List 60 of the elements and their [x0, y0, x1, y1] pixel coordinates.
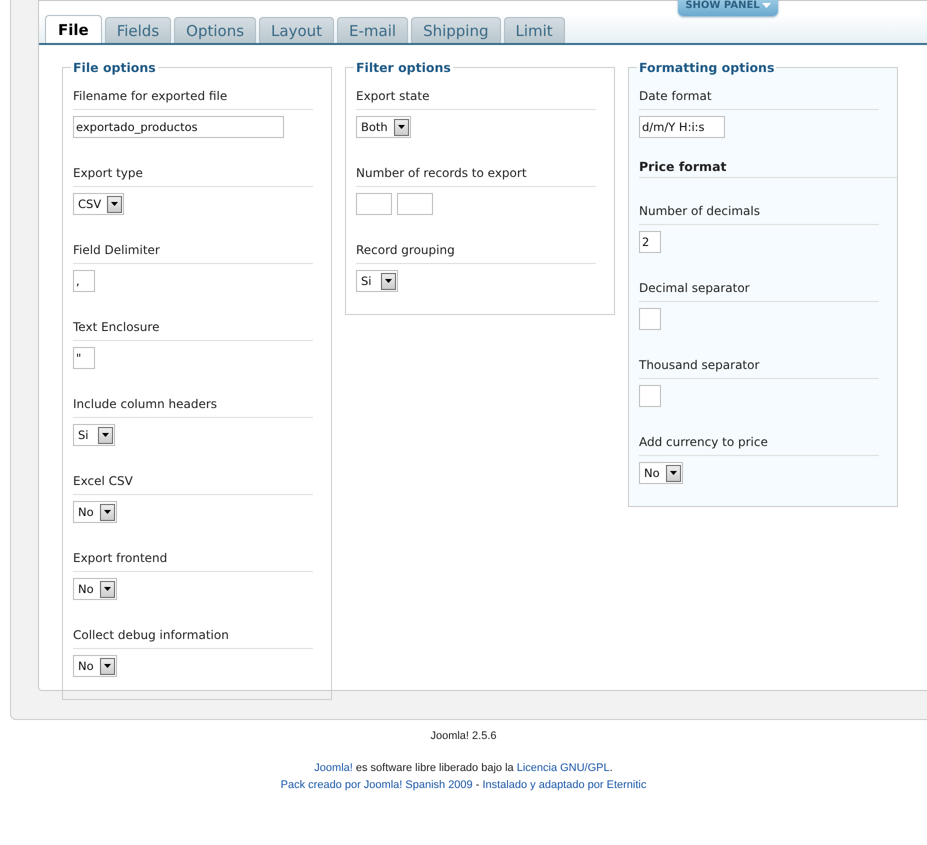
- field-label: Export frontend: [73, 551, 313, 572]
- tab[interactable]: Limit: [504, 17, 565, 43]
- field-label: Number of records to export: [356, 166, 596, 187]
- text-field[interactable]: 2: [639, 231, 661, 253]
- field-label: Export type: [73, 166, 313, 187]
- caret-down-icon: [762, 2, 771, 8]
- tab[interactable]: Fields: [104, 17, 172, 43]
- credits-text: Pack creado por Joomla! Spanish 2009 - Instalado y adaptado por Eternitic: [280, 779, 648, 791]
- dropdown[interactable]: No: [73, 655, 117, 677]
- tab[interactable]: Shipping: [411, 17, 500, 43]
- tab[interactable]: Layout: [259, 17, 334, 43]
- text-field[interactable]: ,: [73, 270, 95, 292]
- field-label: Include column headers: [73, 397, 313, 418]
- field-label: Excel CSV: [73, 474, 313, 495]
- dropdown[interactable]: No: [73, 501, 117, 523]
- dropdown-arrow-icon: [104, 664, 111, 668]
- dropdown[interactable]: CSV: [73, 193, 124, 215]
- field-label: Record grouping: [356, 243, 596, 264]
- dropdown-arrow-icon: [102, 433, 109, 437]
- footer-link[interactable]: Pack creado por Joomla! Spanish 2009: [280, 779, 473, 791]
- footer-link[interactable]: Licencia GNU/GPL: [516, 762, 610, 774]
- text-field[interactable]: [356, 193, 392, 215]
- version-text: Joomla! 2.5.6: [429, 730, 498, 742]
- footer-link[interactable]: Instalado y adaptado por Eternitic: [482, 779, 646, 791]
- field-label: Date format: [639, 89, 879, 110]
- text-field[interactable]: d/m/Y H:i:s: [639, 116, 725, 138]
- text-field[interactable]: ": [73, 347, 95, 369]
- dropdown[interactable]: Si: [356, 270, 398, 292]
- footer-link[interactable]: Joomla!: [314, 762, 353, 774]
- field-label: Collect debug information: [73, 628, 313, 649]
- dropdown-arrow-icon: [104, 510, 111, 514]
- field-label: Thousand separator: [639, 358, 879, 379]
- section-heading: Price format: [639, 159, 897, 178]
- group-title: Formatting options: [638, 60, 776, 75]
- text-field[interactable]: exportado_productos: [73, 116, 284, 138]
- group-title: File options: [72, 60, 157, 75]
- dropdown-arrow-icon: [670, 471, 677, 475]
- dropdown[interactable]: Si: [73, 424, 115, 446]
- text-field[interactable]: [397, 193, 433, 215]
- field-label: Text Enclosure: [73, 320, 313, 341]
- field-label: Field Delimiter: [73, 243, 313, 264]
- license-text: Joomla! es software libre liberado bajo la Licencia GNU/GPL.: [313, 762, 614, 774]
- dropdown-arrow-icon: [385, 279, 392, 283]
- dropdown-arrow-icon: [398, 125, 405, 129]
- field-label: Filename for exported file: [73, 89, 313, 110]
- field-label: Add currency to price: [639, 435, 879, 456]
- group-title: Filter options: [355, 60, 452, 75]
- text-field[interactable]: [639, 385, 661, 407]
- dropdown-arrow-icon: [111, 202, 118, 206]
- dropdown[interactable]: No: [73, 578, 117, 600]
- text-field[interactable]: [639, 308, 661, 330]
- tab[interactable]: File: [45, 15, 102, 43]
- field-label: Number of decimals: [639, 204, 879, 225]
- tab[interactable]: Options: [174, 17, 256, 43]
- dropdown[interactable]: No: [639, 462, 683, 484]
- field-label: Decimal separator: [639, 281, 879, 302]
- dropdown[interactable]: Both: [356, 116, 411, 138]
- field-label: Export state: [356, 89, 596, 110]
- dropdown-arrow-icon: [104, 587, 111, 591]
- tab[interactable]: E-mail: [337, 17, 408, 43]
